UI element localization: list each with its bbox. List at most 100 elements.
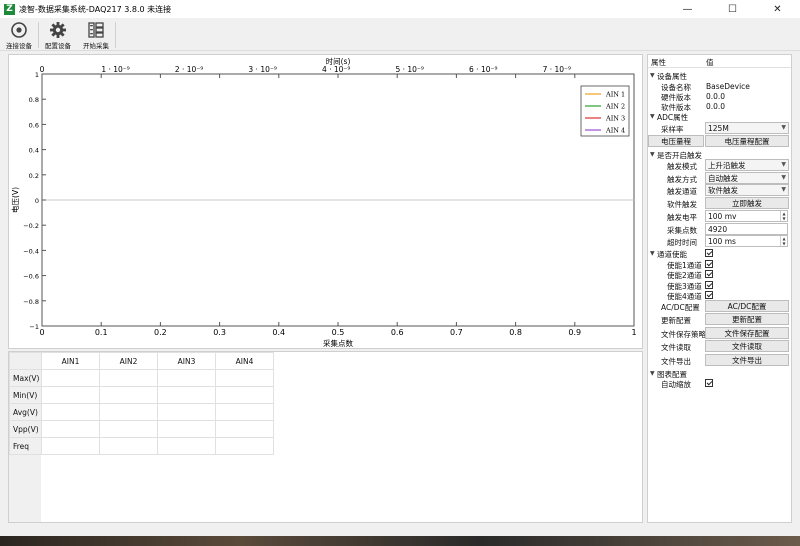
table-cell[interactable] bbox=[99, 420, 158, 438]
title-bar: Z 凌智-数据采集系统-DAQ217 3.8.0 未连接 — ☐ ✕ bbox=[0, 0, 800, 18]
autoscale-checkbox[interactable] bbox=[705, 379, 713, 387]
table-row: Vpp(V) bbox=[9, 420, 274, 438]
x-tick-label: 0.1 bbox=[95, 328, 108, 337]
timeout-spinbox[interactable]: 100 ms ▲ ▼ bbox=[705, 235, 788, 247]
trigger-now-button[interactable]: 立即触发 bbox=[705, 197, 789, 209]
legend-label: AIN 4 bbox=[605, 127, 625, 135]
trigger-mode-row: 触发模式 上升沿触发 ▼ bbox=[648, 159, 791, 171]
config-device-button[interactable]: 配置设备 bbox=[39, 18, 77, 51]
sample-rate-select[interactable]: 125M ▼ bbox=[705, 122, 789, 134]
trigger-channel-select[interactable]: 软件触发 ▼ bbox=[705, 184, 789, 196]
table-cell[interactable] bbox=[99, 437, 158, 455]
chart-svg: 时间(s) 采集点数 电压(V) 0 0.1 0.2 0.3 0.4 0.5 0.6 0.7 0… bbox=[10, 56, 637, 348]
channel-2-checkbox[interactable] bbox=[705, 270, 713, 278]
channel-enable-checkbox[interactable] bbox=[705, 249, 713, 257]
table-cell[interactable] bbox=[157, 386, 216, 404]
close-button[interactable]: ✕ bbox=[755, 0, 800, 18]
collapse-caret-icon: ▼ bbox=[650, 250, 655, 257]
table-cell[interactable] bbox=[41, 386, 100, 404]
trigger-level-spinbox[interactable]: 100 mv ▲ ▼ bbox=[705, 210, 788, 222]
table-cell[interactable] bbox=[157, 369, 216, 387]
chevron-down-icon: ▼ bbox=[781, 124, 786, 131]
maximize-button[interactable]: ☐ bbox=[710, 0, 755, 18]
soft-trigger-row: 软件触发 立即触发 bbox=[648, 197, 791, 209]
property-panel: 属性 值 ▼ 设备属性 设备名称 BaseDevice 硬件版本 0.0.0 软… bbox=[647, 54, 792, 523]
table-cell[interactable] bbox=[41, 403, 100, 421]
waveform-chart[interactable]: 时间(s) 采集点数 电压(V) 0 0.1 0.2 0.3 0.4 0.5 0.6 0.7 0… bbox=[8, 54, 643, 349]
table-cell[interactable] bbox=[215, 386, 274, 404]
channel-4-checkbox[interactable] bbox=[705, 291, 713, 299]
table-row: Min(V) bbox=[9, 386, 274, 404]
x-tick-label: 0.4 bbox=[272, 328, 285, 337]
voltage-range-button[interactable]: 电压量程 bbox=[648, 135, 704, 147]
trigger-way-select[interactable]: 自动触发 ▼ bbox=[705, 172, 789, 184]
trigger-channel-label: 触发通道 bbox=[667, 187, 697, 196]
minimize-button[interactable]: — bbox=[665, 0, 710, 18]
y-tick-label: −1 bbox=[29, 323, 39, 331]
save-policy-row: 文件保存策略 文件保存配置 bbox=[648, 327, 791, 339]
table-cell[interactable] bbox=[41, 437, 100, 455]
trigger-level-row: 触发电平 100 mv ▲ ▼ bbox=[648, 210, 791, 222]
spin-arrows-icon[interactable]: ▲ ▼ bbox=[780, 236, 787, 246]
file-read-row: 文件读取 文件读取 bbox=[648, 340, 791, 352]
table-cell[interactable] bbox=[41, 420, 100, 438]
update-config-button[interactable]: 更新配置 bbox=[705, 313, 789, 325]
table-cell[interactable] bbox=[215, 403, 274, 421]
save-policy-label: 文件保存策略 bbox=[661, 330, 706, 339]
sample-rate-row: 采样率 125M ▼ bbox=[648, 122, 791, 134]
sample-points-input[interactable]: 4920 bbox=[705, 223, 788, 235]
y-tick-label: 0.8 bbox=[29, 96, 39, 104]
voltage-range-config-button[interactable]: 电压量程配置 bbox=[705, 135, 789, 147]
spin-arrows-icon[interactable]: ▲ ▼ bbox=[780, 211, 787, 221]
table-cell[interactable] bbox=[99, 403, 158, 421]
table-cell[interactable] bbox=[99, 386, 158, 404]
save-config-button[interactable]: 文件保存配置 bbox=[705, 327, 789, 339]
trigger-level-value: 100 mv bbox=[708, 211, 737, 221]
table-cell[interactable] bbox=[215, 437, 274, 455]
collapse-caret-icon: ▼ bbox=[650, 370, 655, 377]
table-cell[interactable] bbox=[215, 420, 274, 438]
chevron-down-icon: ▼ bbox=[781, 174, 786, 181]
trigger-channel-value: 软件触发 bbox=[708, 185, 738, 195]
row-header-avg: Avg(V) bbox=[9, 403, 42, 421]
acdc-config-button[interactable]: AC/DC配置 bbox=[705, 300, 789, 312]
top-tick-label: 1 · 10⁻⁹ bbox=[101, 65, 129, 74]
property-name-header: 属性 bbox=[651, 58, 666, 67]
timeout-value: 100 ms bbox=[708, 236, 736, 246]
y-tick-label: 0 bbox=[35, 197, 39, 205]
top-tick-label: 0 bbox=[40, 65, 45, 74]
top-tick-label: 3 · 10⁻⁹ bbox=[248, 65, 276, 74]
table-cell[interactable] bbox=[99, 369, 158, 387]
adc-group-row[interactable]: ▼ ADC属性 bbox=[648, 110, 791, 122]
y-tick-label: 0.4 bbox=[29, 147, 39, 155]
table-cell[interactable] bbox=[41, 369, 100, 387]
statistics-table-panel: AIN1 AIN2 AIN3 AIN4 Max(V) Min(V) Avg(V)… bbox=[8, 351, 643, 523]
trigger-mode-select[interactable]: 上升沿触发 ▼ bbox=[705, 159, 789, 171]
file-read-label: 文件读取 bbox=[661, 343, 691, 352]
toolbar: 连接设备 配置设备 开始采集 bbox=[0, 18, 800, 51]
channel-3-checkbox[interactable] bbox=[705, 281, 713, 289]
y-tick-label: 0.2 bbox=[29, 172, 39, 180]
table-cell[interactable] bbox=[157, 437, 216, 455]
table-cell[interactable] bbox=[157, 403, 216, 421]
table-cell[interactable] bbox=[215, 369, 274, 387]
trigger-mode-value: 上升沿触发 bbox=[708, 160, 746, 170]
voltage-range-row: 电压量程 电压量程配置 bbox=[648, 135, 791, 147]
top-tick-label: 7 · 10⁻⁹ bbox=[543, 65, 571, 74]
sample-rate-value: 125M bbox=[708, 123, 729, 133]
chart-x-axis-label: 采集点数 bbox=[323, 338, 353, 348]
row-header-min: Min(V) bbox=[9, 386, 42, 404]
legend-label: AIN 2 bbox=[605, 103, 625, 111]
table-cell[interactable] bbox=[157, 420, 216, 438]
connect-device-button[interactable]: 连接设备 bbox=[0, 18, 38, 51]
file-read-button[interactable]: 文件读取 bbox=[705, 340, 789, 352]
acdc-label: AC/DC配置 bbox=[661, 303, 700, 312]
channel-1-checkbox[interactable] bbox=[705, 260, 713, 268]
file-export-button[interactable]: 文件导出 bbox=[705, 354, 789, 366]
table-row: Avg(V) bbox=[9, 403, 274, 421]
legend-label: AIN 3 bbox=[605, 115, 625, 123]
x-tick-label: 0 bbox=[39, 328, 44, 337]
sample-points-value: 4920 bbox=[708, 224, 728, 234]
y-tick-label: −0.2 bbox=[23, 222, 39, 230]
start-acquisition-button[interactable]: 开始采集 bbox=[77, 18, 115, 51]
